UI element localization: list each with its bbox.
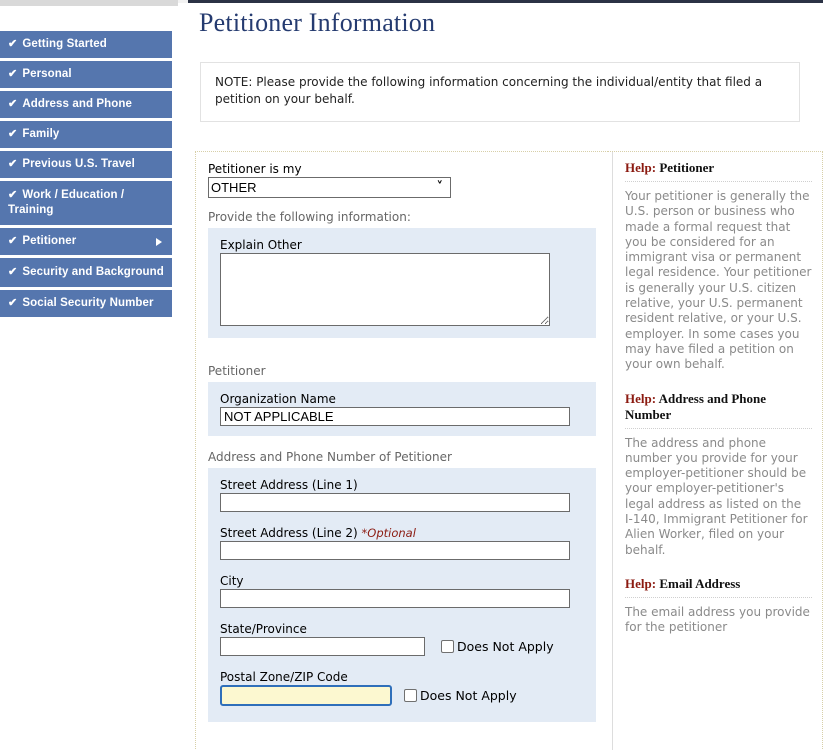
field-street-address-2: Street Address (Line 2) *Optional: [220, 526, 584, 560]
field-label: Street Address (Line 2) *Optional: [220, 526, 584, 540]
field-state-province: State/Province Does Not Apply: [220, 622, 584, 656]
field-label: Explain Other: [220, 238, 302, 252]
field-label-text: Street Address (Line 2): [220, 526, 358, 540]
field-label: Organization Name: [220, 392, 336, 406]
field-label: Petitioner is my: [208, 162, 302, 176]
divider: [625, 181, 812, 182]
help-word: Help:: [625, 575, 657, 591]
check-icon: ✔: [8, 266, 18, 278]
field-label: City: [220, 574, 244, 588]
help-section-petitioner: Help: Petitioner Your petitioner is gene…: [625, 160, 812, 373]
city-input[interactable]: [220, 589, 570, 608]
sidebar-item-petitioner[interactable]: ✔ Petitioner: [0, 228, 172, 255]
check-icon: ✔: [8, 38, 18, 50]
petitioner-relation-select-wrap: OTHER ˅: [208, 177, 451, 198]
check-icon: ✔: [8, 158, 18, 170]
state-province-input[interactable]: [220, 637, 425, 656]
sidebar-item-security-and-background[interactable]: ✔ Security and Background: [0, 258, 172, 287]
check-icon: ✔: [8, 297, 18, 309]
address-group-label: Address and Phone Number of Petitioner: [208, 450, 452, 464]
petitioner-relation-select[interactable]: OTHER: [208, 177, 451, 198]
state-does-not-apply-checkbox[interactable]: [441, 640, 454, 653]
help-section-address-and-phone-number: Help: Address and Phone Number The addre…: [625, 391, 812, 558]
sidebar-item-address-and-phone[interactable]: ✔ Address and Phone: [0, 91, 172, 118]
provide-info-label: Provide the following information:: [208, 210, 411, 224]
form-column: Petitioner is my OTHER ˅ Provide the fol…: [195, 151, 608, 750]
top-left-strip-secondary: [178, 0, 188, 3]
sidebar-item-social-security-number[interactable]: ✔ Social Security Number: [0, 290, 172, 317]
sidebar-item-label: Getting Started: [22, 38, 107, 50]
field-label: Street Address (Line 1): [220, 478, 358, 492]
explain-other-panel: Explain Other: [208, 228, 596, 338]
explain-other-textarea[interactable]: [220, 253, 550, 326]
field-label: Postal Zone/ZIP Code: [220, 670, 348, 684]
sidebar-item-label: Security and Background: [22, 266, 164, 278]
sidebar-item-work-education-training[interactable]: ✔ Work / Education / Training: [0, 181, 172, 225]
postal-does-not-apply-label: Does Not Apply: [420, 688, 517, 703]
sidebar-item-label: Personal: [22, 68, 72, 80]
sidebar-item-label: Work / Education / Training: [8, 189, 125, 216]
state-does-not-apply-label: Does Not Apply: [457, 639, 554, 654]
sidebar-item-personal[interactable]: ✔ Personal: [0, 61, 172, 88]
postal-zip-input[interactable]: [220, 685, 392, 706]
sidebar-item-label: Petitioner: [22, 235, 77, 247]
postal-does-not-apply-checkbox[interactable]: [404, 689, 417, 702]
check-icon: ✔: [8, 235, 18, 247]
sidebar-item-label: Social Security Number: [22, 297, 154, 309]
help-topic: Email Address: [659, 575, 741, 591]
sidebar-item-label: Family: [22, 128, 60, 140]
petitioner-group-label: Petitioner: [208, 364, 266, 378]
address-panel: Street Address (Line 1) Street Address (…: [208, 468, 596, 722]
divider: [625, 427, 812, 429]
field-city: City: [220, 574, 584, 608]
help-heading: Help: Email Address: [625, 576, 812, 597]
postal-zip-row: Does Not Apply: [220, 685, 584, 706]
check-icon: ✔: [8, 68, 18, 80]
app-root: ✔ Getting Started ✔ Personal ✔ Address and …: [0, 0, 823, 750]
help-topic: Petitioner: [659, 160, 715, 175]
help-body: The email address you provide for the pe…: [625, 604, 810, 635]
field-label: State/Province: [220, 622, 307, 636]
sidebar-item-label: Previous U.S. Travel: [22, 158, 135, 170]
page-title: Petitioner Information: [199, 8, 436, 37]
petitioner-panel: Organization Name: [208, 382, 596, 436]
chevron-right-icon: [156, 237, 162, 246]
note-box: NOTE: Please provide the following infor…: [200, 62, 800, 122]
sidebar-item-previous-us-travel[interactable]: ✔ Previous U.S. Travel: [0, 151, 172, 178]
help-inner: Help: Petitioner Your petitioner is gene…: [612, 152, 822, 750]
top-left-strip: [0, 0, 178, 6]
help-heading: Help: Address and Phone Number: [625, 391, 812, 428]
field-petitioner-is-my: Petitioner is my OTHER ˅: [208, 162, 596, 198]
sidebar-item-label: Address and Phone: [22, 98, 133, 110]
help-body: Your petitioner is generally the U.S. pe…: [625, 189, 812, 372]
state-province-row: Does Not Apply: [220, 637, 584, 656]
sidebar-item-getting-started[interactable]: ✔ Getting Started: [0, 31, 172, 58]
main-content: Petitioner Information NOTE: Please prov…: [188, 3, 823, 750]
help-body: The address and phone number you provide…: [625, 435, 808, 557]
section-navigation: ✔ Getting Started ✔ Personal ✔ Address and …: [0, 31, 172, 320]
field-street-address-1: Street Address (Line 1): [220, 478, 584, 512]
field-postal-zip: Postal Zone/ZIP Code Does Not Apply: [220, 670, 584, 706]
help-word: Help:: [625, 160, 657, 175]
sidebar-item-family[interactable]: ✔ Family: [0, 121, 172, 148]
divider: [625, 596, 812, 598]
optional-tag: *Optional: [361, 526, 416, 540]
street-address-1-input[interactable]: [220, 493, 570, 512]
help-column: Help: Petitioner Your petitioner is gene…: [608, 151, 823, 750]
street-address-2-input[interactable]: [220, 541, 570, 560]
help-heading: Help: Petitioner: [625, 160, 812, 181]
organization-name-input[interactable]: [220, 407, 570, 426]
help-section-email-address: Help: Email Address The email address yo…: [625, 576, 812, 636]
check-icon: ✔: [8, 189, 18, 201]
help-word: Help:: [625, 390, 657, 406]
check-icon: ✔: [8, 98, 18, 110]
check-icon: ✔: [8, 128, 18, 140]
